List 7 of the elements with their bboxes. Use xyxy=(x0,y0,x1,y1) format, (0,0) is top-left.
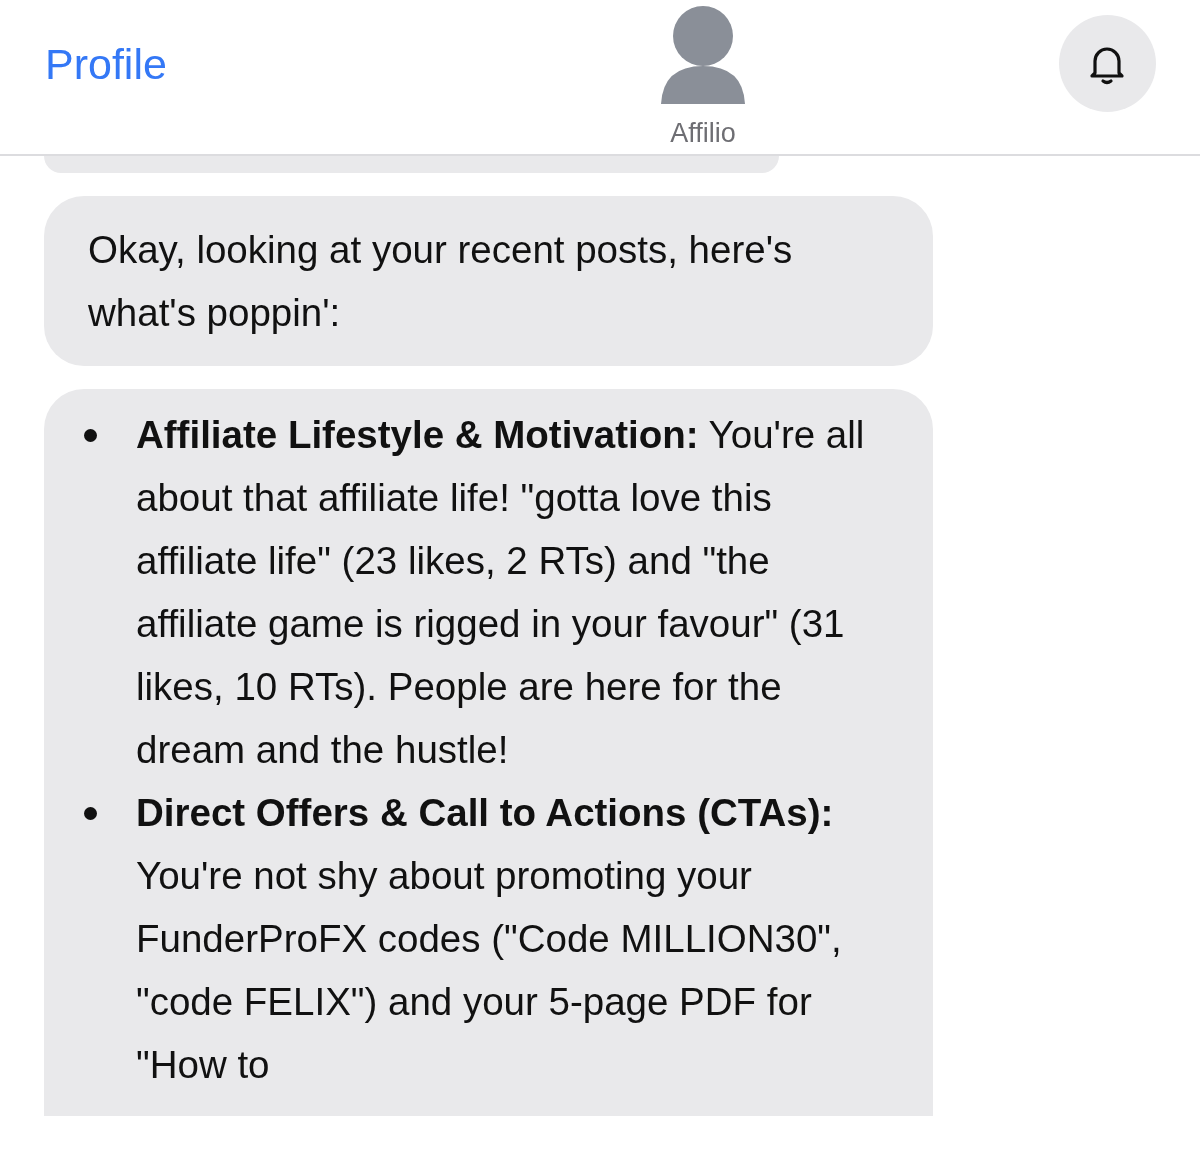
list-item-text: Affiliate Lifestyle & Motivation: You're all about that affiliate life! "gotta love this affiliate life" (23 likes, 2 RTs) and "the affiliate game is rigged in your favour" (31 likes, 10 RTs). People are here for the dream and the hustle! xyxy=(136,412,866,773)
bullet-icon xyxy=(84,807,97,820)
message-text: Okay, looking at your recent posts, here's what's poppin': xyxy=(88,227,794,336)
bot-name: Affilio xyxy=(670,118,736,149)
profile-link[interactable]: Profile xyxy=(45,40,167,89)
bullet-icon xyxy=(84,429,97,442)
list-item-text: Direct Offers & Call to Actions (CTAs): You're not shy about promoting your FunderProFX codes ("Code MILLION30", "code FELIX") and your 5-page PDF for "How to xyxy=(136,790,843,1088)
